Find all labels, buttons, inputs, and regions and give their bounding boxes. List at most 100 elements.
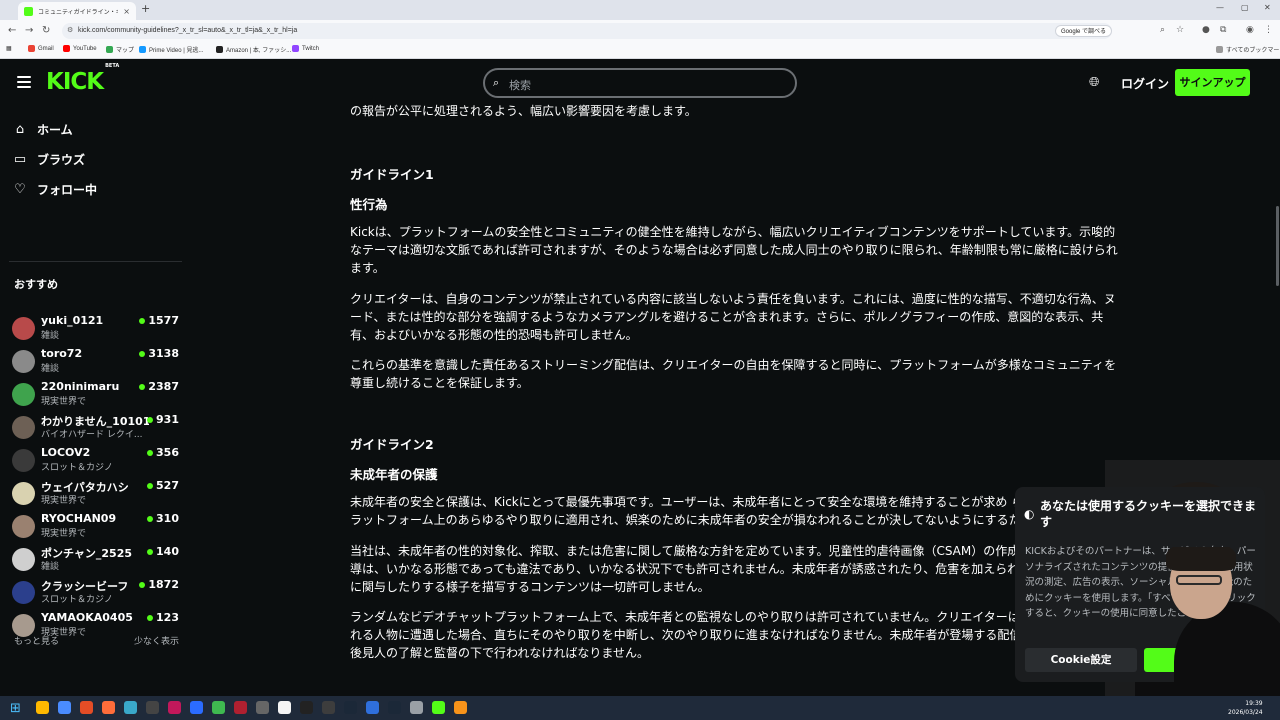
login-button[interactable]: ログイン [1121, 75, 1169, 92]
show-less-link[interactable]: 少なく表示 [134, 634, 179, 647]
channel-name: RYOCHAN09 [41, 512, 117, 525]
profile-icon[interactable]: ◉ [1246, 25, 1254, 35]
live-dot-icon [147, 482, 154, 489]
taskbar-app-icon[interactable] [212, 701, 225, 714]
viewer-count: 1577 [139, 314, 179, 327]
taskbar-app-icon[interactable] [366, 701, 379, 714]
cookie-consent-dialog: ◐ あなたは使用するクッキーを選択できます KICKおよびそのパートナーは、サー… [1015, 487, 1265, 682]
browser-tab-strip: コミュニティガイドライン・キックストリ... × + — ▢ ✕ [0, 0, 1280, 20]
channel-item[interactable]: クラッシービーフ スロット＆カジノ 1872 [12, 578, 182, 608]
scrollbar-thumb[interactable] [1276, 206, 1279, 286]
channel-avatar [12, 581, 35, 604]
bookmark-twitch[interactable]: Twitch [292, 45, 319, 52]
close-tab-icon[interactable]: × [123, 7, 130, 16]
channel-item[interactable]: わかりません_10101...バイオハザード レクイ...931 [12, 413, 182, 443]
taskbar-app-icon[interactable] [388, 701, 401, 714]
taskbar-app-icon[interactable] [278, 701, 291, 714]
signup-button[interactable]: サインアップ [1175, 69, 1250, 96]
channel-item[interactable]: LOCOV2 スロット＆カジノ 356 [12, 446, 182, 476]
sidebar-item-following[interactable]: ♡ フォロー中 [13, 181, 97, 198]
bookmark-star-icon[interactable]: ☆ [1176, 25, 1184, 35]
allow-all-cookies-button[interactable]: 全て許可 [1144, 648, 1256, 672]
zoom-icon[interactable]: ⌕ [1160, 25, 1165, 35]
channel-item[interactable]: RYOCHAN09 現実世界で 310 [12, 512, 182, 542]
show-more-link[interactable]: もっと見る [14, 634, 59, 647]
bookmark-youtube[interactable]: YouTube [63, 45, 97, 52]
taskbar-app-icon[interactable] [146, 701, 159, 714]
sidebar: ⌂ ホーム ▭ ブラウズ ♡ フォロー中 おすすめ yuki_0121 雑談 157… [0, 106, 190, 696]
live-dot-icon [147, 449, 154, 456]
live-dot-icon [139, 317, 146, 324]
maximize-icon[interactable]: ▢ [1241, 3, 1249, 12]
taskbar-app-icon[interactable] [190, 701, 203, 714]
twitch-icon [292, 45, 299, 52]
extensions-puzzle-icon[interactable]: ⧉ [1220, 25, 1226, 35]
guideline-2-subheading: 未成年者の保護 [350, 467, 438, 482]
bookmark-amazon[interactable]: Amazon | 本, ファッシ... [216, 45, 291, 54]
channel-category: スロット＆カジノ [41, 463, 113, 473]
taskbar-app-icon[interactable] [168, 701, 181, 714]
taskbar-app-icon[interactable] [36, 701, 49, 714]
windows-start-icon[interactable]: ⊞ [10, 701, 21, 716]
browse-icon: ▭ [13, 152, 27, 167]
cookie-settings-button[interactable]: Cookie設定 [1025, 648, 1137, 672]
sidebar-item-home[interactable]: ⌂ ホーム [13, 121, 73, 138]
taskbar-app-icon[interactable] [344, 701, 357, 714]
taskbar-app-icon[interactable] [322, 701, 335, 714]
all-bookmarks[interactable]: すべてのブックマーク [1216, 45, 1280, 54]
forward-icon[interactable]: → [25, 25, 33, 36]
system-clock[interactable]: 19:39 2026/03/24 [1228, 699, 1263, 717]
reload-icon[interactable]: ↻ [42, 25, 50, 36]
search-icon: ⌕ [493, 76, 500, 89]
sidebar-item-browse[interactable]: ▭ ブラウズ [13, 151, 85, 168]
taskbar-app-icon[interactable] [432, 701, 445, 714]
channel-item[interactable]: ポンチャン_2525 雑談 140 [12, 545, 182, 575]
windows-taskbar: ⊞ 19:39 2026/03/24 [0, 696, 1280, 720]
kick-logo[interactable]: KICKBETA [46, 63, 119, 95]
taskbar-app-icon[interactable] [80, 701, 93, 714]
url-field[interactable]: ⚙ kick.com/community-guidelines?_x_tr_sl… [62, 23, 1112, 39]
recommended-heading: おすすめ [14, 278, 58, 291]
search-input[interactable]: ⌕ 検索 [483, 68, 797, 98]
taskbar-app-icon[interactable] [454, 701, 467, 714]
taskbar-app-icon[interactable] [102, 701, 115, 714]
youtube-icon [63, 45, 70, 52]
taskbar-app-icon[interactable] [124, 701, 137, 714]
amazon-icon [216, 46, 223, 53]
clock-date: 2026/03/24 [1228, 709, 1263, 716]
live-dot-icon [147, 614, 154, 621]
extension-icon[interactable]: ● [1202, 25, 1210, 35]
channel-category: バイオハザード レクイ... [41, 430, 143, 440]
live-dot-icon [147, 515, 154, 522]
sidebar-divider [9, 261, 182, 262]
apps-icon[interactable]: ▦ [6, 45, 12, 52]
hamburger-menu-icon[interactable] [17, 76, 31, 88]
bookmark-prime-video[interactable]: Prime Video | 見逃... [139, 45, 203, 54]
channel-item[interactable]: ウェイパタカハシ 現実世界で 527 [12, 479, 182, 509]
language-globe-icon[interactable]: 🌐︎ [1089, 75, 1099, 90]
minimize-icon[interactable]: — [1216, 3, 1224, 12]
taskbar-app-icon[interactable] [300, 701, 313, 714]
new-tab-icon[interactable]: + [141, 2, 150, 15]
taskbar-app-icon[interactable] [410, 701, 423, 714]
live-dot-icon [139, 350, 146, 357]
channel-name: 220ninimaru [41, 380, 120, 393]
channel-category: 雑談 [41, 364, 60, 374]
browser-tab[interactable]: コミュニティガイドライン・キックストリ... × [18, 2, 136, 20]
menu-icon[interactable]: ⋮ [1264, 25, 1273, 35]
maps-icon [106, 46, 113, 53]
live-dot-icon [139, 581, 146, 588]
channel-item[interactable]: yuki_0121 雑談 1577 [12, 314, 182, 344]
channel-item[interactable]: toro72 雑談 3138 [12, 347, 182, 377]
channel-item[interactable]: 220ninimaru 現実世界で 2387 [12, 380, 182, 410]
bookmark-maps[interactable]: マップ [106, 45, 134, 54]
taskbar-app-icon[interactable] [256, 701, 269, 714]
viewer-count: 931 [147, 413, 179, 426]
taskbar-app-icon[interactable] [234, 701, 247, 714]
site-info-icon[interactable]: ⚙ [67, 23, 73, 39]
close-window-icon[interactable]: ✕ [1264, 3, 1271, 12]
bookmark-gmail[interactable]: Gmail [28, 45, 54, 52]
google-translate-pill[interactable]: Google で調べる [1054, 25, 1112, 37]
back-icon[interactable]: ← [8, 25, 16, 36]
taskbar-app-icon[interactable] [58, 701, 71, 714]
